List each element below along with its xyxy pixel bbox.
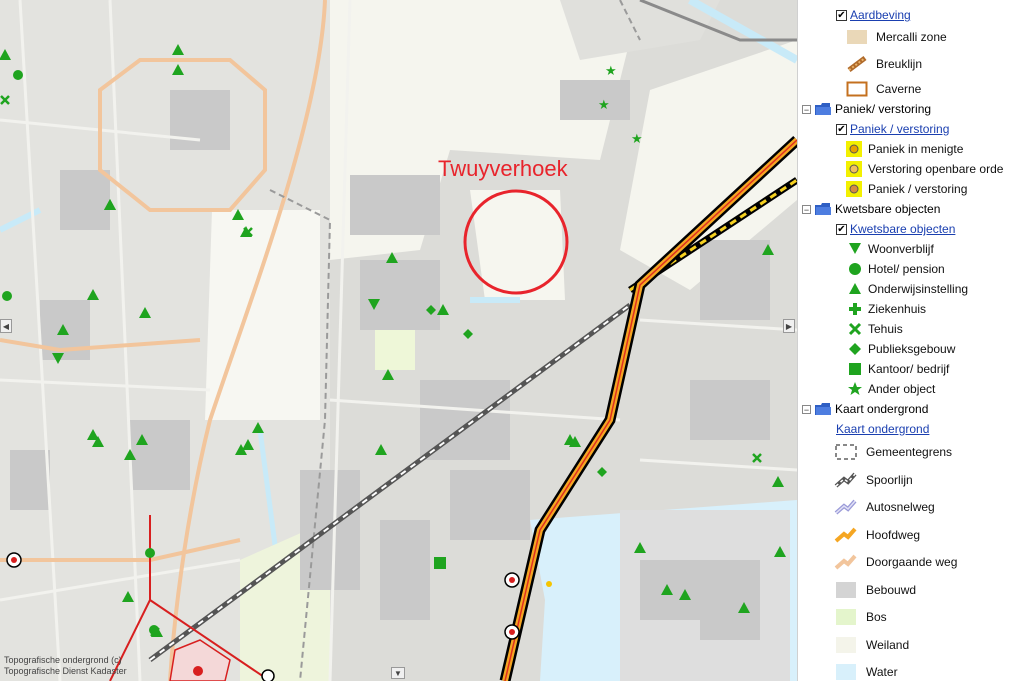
fault-line-icon (846, 55, 868, 73)
legend-item-kwetsbaar: Woonverblijf (846, 239, 934, 259)
meadow-swatch (834, 636, 858, 654)
built-area-swatch (834, 581, 858, 599)
layer-row-ondergrond[interactable]: Kaart ondergrond (836, 419, 929, 439)
legend-item-caverne: Caverne (846, 79, 921, 99)
legend-item-kwetsbaar: Hotel/ pension (846, 259, 945, 279)
other-object-marker[interactable]: ★ (598, 97, 610, 112)
group-row-kwetsbare[interactable]: − Kwetsbare objecten (802, 199, 940, 219)
panic-disturbance-icon (846, 180, 862, 198)
hotel-marker[interactable] (145, 548, 155, 558)
legend-item-ondergrond: Bebouwd (834, 580, 916, 600)
map-copyright: Topografische ondergrond (c) Topografisc… (4, 655, 127, 677)
folder-icon (815, 403, 831, 415)
group-row-paniek[interactable]: − Paniek/ verstoring (802, 99, 931, 119)
layer-link-aardbeving[interactable]: Aardbeving (850, 8, 911, 22)
layer-link-paniek[interactable]: Paniek / verstoring (850, 122, 949, 136)
plus-icon (846, 300, 864, 318)
layer-link-kwetsbare[interactable]: Kwetsbare objecten (850, 222, 955, 236)
legend-item-paniek-verstoring: Paniek / verstoring (846, 179, 967, 199)
layer-row-aardbeving[interactable]: ✔ Aardbeving (836, 5, 911, 25)
collapse-kwetsbare-toggle[interactable]: − (802, 204, 811, 214)
layer-row-paniek[interactable]: ✔ Paniek / verstoring (836, 119, 949, 139)
checkbox-aardbeving[interactable]: ✔ (836, 9, 847, 21)
hotel-marker[interactable] (13, 70, 23, 80)
legend-item-kwetsbaar: Ander object (846, 379, 935, 399)
motorway-icon (834, 498, 858, 516)
water-swatch (834, 663, 858, 681)
pan-left-button[interactable]: ◀ (0, 319, 12, 333)
circle-icon (846, 260, 864, 278)
legend-item-ondergrond: Doorgaande weg (834, 552, 957, 572)
main-road-icon (834, 526, 858, 544)
copyright-line-2: Topografische Dienst Kadaster (4, 666, 127, 676)
legend-item-breuklijn: Breuklijn (846, 54, 922, 74)
through-road-icon (834, 553, 858, 571)
pan-down-button[interactable]: ▼ (391, 667, 405, 679)
legend-panel: ✔ Aardbeving Mercalli zone Breuklijn Cav… (797, 0, 1013, 681)
checkbox-paniek[interactable]: ✔ (836, 123, 847, 135)
office-marker[interactable] (434, 557, 446, 569)
layer-row-kwetsbare[interactable]: ✔ Kwetsbare objecten (836, 219, 955, 239)
hotel-marker[interactable] (2, 291, 12, 301)
square-icon (846, 360, 864, 378)
x-mark-icon (846, 320, 864, 338)
star-icon (846, 380, 864, 398)
folder-icon (815, 103, 831, 115)
panic-crowd-icon (846, 140, 862, 158)
checkbox-kwetsbare[interactable]: ✔ (836, 223, 847, 235)
triangle-up-icon (846, 280, 864, 298)
map-place-label: Twuyverhoek (438, 156, 568, 181)
group-row-ondergrond[interactable]: − Kaart ondergrond (802, 399, 928, 419)
other-object-marker[interactable]: ★ (605, 63, 617, 78)
pan-right-button[interactable]: ▶ (783, 319, 795, 333)
folder-icon (815, 203, 831, 215)
legend-item-openbare-orde: Verstoring openbare orde (846, 159, 1003, 179)
map-canvas[interactable]: ★ ★ ★ (0, 0, 797, 681)
map-view[interactable]: ★ ★ ★ Twuyverhoek Topografische ondergrond… (0, 0, 797, 681)
legend-item-ondergrond: Gemeentegrens (834, 442, 952, 462)
legend-item-mercalli: Mercalli zone (846, 27, 947, 47)
copyright-line-1: Topografische ondergrond (c) (4, 655, 122, 665)
legend-item-kwetsbaar: Ziekenhuis (846, 299, 926, 319)
forest-swatch (834, 608, 858, 626)
railway-icon (834, 471, 858, 489)
triangle-down-icon (846, 240, 864, 258)
legend-item-kwetsbaar: Tehuis (846, 319, 903, 339)
collapse-ondergrond-toggle[interactable]: − (802, 404, 811, 414)
legend-item-paniek-menigte: Paniek in menigte (846, 139, 963, 159)
municipal-border-icon (834, 443, 858, 461)
legend-item-ondergrond: Spoorlijn (834, 470, 913, 490)
legend-item-ondergrond: Autosnelweg (834, 497, 935, 517)
mercalli-zone-swatch (846, 28, 868, 46)
legend-item-ondergrond: Bos (834, 607, 887, 627)
layer-link-ondergrond[interactable]: Kaart ondergrond (836, 422, 929, 436)
collapse-paniek-toggle[interactable]: − (802, 104, 811, 114)
legend-item-kwetsbaar: Publieksgebouw (846, 339, 955, 359)
public-order-icon (846, 160, 862, 178)
legend-item-kwetsbaar: Onderwijsinstelling (846, 279, 968, 299)
legend-item-ondergrond: Weiland (834, 635, 909, 655)
diamond-icon (846, 340, 864, 358)
legend-item-ondergrond: Water (834, 662, 898, 681)
legend-item-ondergrond: Hoofdweg (834, 525, 920, 545)
cavern-outline-icon (846, 80, 868, 98)
other-object-marker[interactable]: ★ (631, 131, 643, 146)
legend-item-kwetsbaar: Kantoor/ bedrijf (846, 359, 949, 379)
